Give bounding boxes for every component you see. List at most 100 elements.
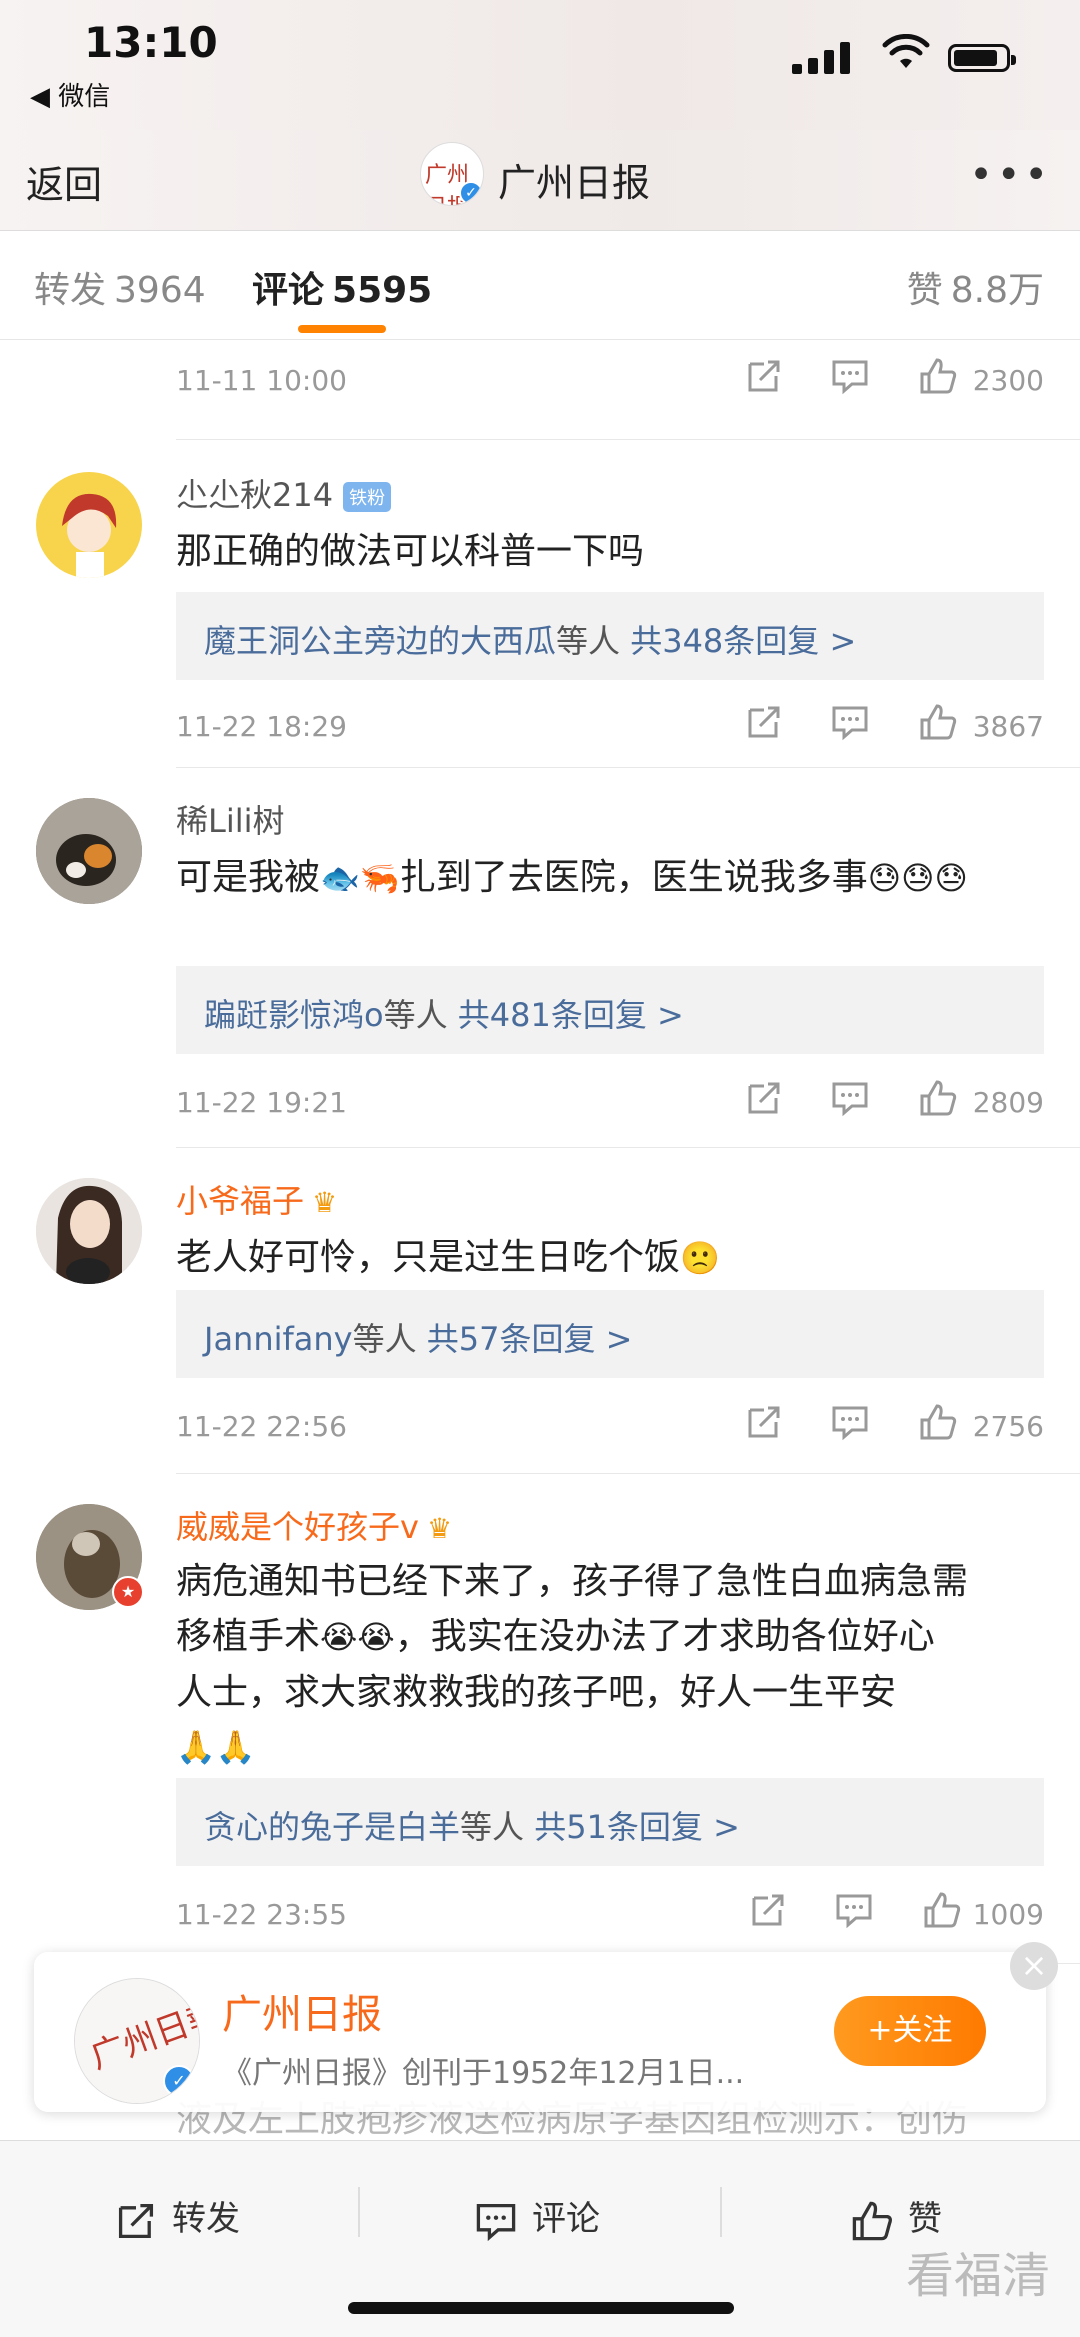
comment-text-line: 人士，求大家救救我的孩子吧，好人一生平安 [176,1672,897,1713]
user-name[interactable]: 稀Lili树 [176,796,285,842]
user-name[interactable]: 尐尐秋214 铁粉 [176,470,392,516]
comment-item: 稀Lili树 可是我被🐟🦐扎到了去医院，医生说我多事😓😓😓 蹁跹影惊鸿o等人 共… [0,768,1080,1148]
pray-emoji: 🙏🙏 [176,1728,256,1766]
verified-icon: ✓ [459,181,483,205]
comment-text-line: 移植手术😭😭，我实在没办法了才求助各位好心 [176,1609,1040,1665]
comment-item: 小爷福子 ♛ 老人好可怜，只是过生日吃个饭🙁 Jannifany等人 共57条回复… [0,1148,1080,1474]
comment-text: 老人好可怜，只是过生日吃个饭🙁 [176,1230,1040,1286]
home-indicator[interactable] [348,2302,734,2314]
reply-user: 魔王洞公主旁边的大西瓜 [204,622,557,660]
comment-date: 11-22 18:29 [176,710,347,743]
tab-comment-count: 5595 [332,270,433,311]
like-icon[interactable] [918,702,958,742]
close-icon[interactable]: × [1010,1942,1058,1990]
reply-summary: Jannifany等人 共57条回复 > [204,1314,633,1360]
like-icon[interactable] [922,1890,962,1930]
fish-shrimp-emoji: 🐟🦐 [320,859,400,897]
vip-crown-icon: ♛ [426,1512,453,1545]
fan-badge: 铁粉 [343,482,392,512]
back-to-wechat-link[interactable]: ◀ 微信 [30,76,110,113]
reply-box[interactable]: Jannifany等人 共57条回复 > [176,1290,1044,1378]
tab-bar: 转发 3964 评论 5595 赞 8.8万 [0,231,1080,340]
avatar[interactable] [36,1178,142,1284]
reply-box[interactable]: 魔王洞公主旁边的大西瓜等人 共348条回复 > [176,592,1044,680]
user-name-text: 尐尐秋214 [176,476,334,514]
reply-user: 贪心的兔子是白羊 [204,1808,461,1846]
tab-repost[interactable]: 转发 3964 [34,261,206,313]
like-count: 2809 [972,1086,1044,1119]
comment-text: 病危通知书已经下来了，孩子得了急性白血病急需 移植手术😭😭，我实在没办法了才求助… [176,1554,1040,1775]
repost-label: 转发 [172,2199,240,2239]
follow-card-description: 《广州日报》创刊于1952年12月1日... [222,2056,745,2091]
comment-icon[interactable] [830,1078,870,1118]
comment-date: 11-22 22:56 [176,1410,347,1443]
verified-icon: ✓ [163,2065,195,2097]
comment-text-part: 老人好可怜，只是过生日吃个饭 [176,1237,681,1278]
comment-meta: 11-22 23:55 1009 [176,1890,1044,1940]
reply-box[interactable]: 蹁跹影惊鸿o等人 共481条回复 > [176,966,1044,1054]
follow-card-avatar[interactable]: 广州日報 ✓ [74,1978,200,2104]
repost-icon[interactable] [744,1402,784,1442]
like-icon[interactable] [918,1402,958,1442]
comment-text-part: 移植手术 [176,1616,321,1657]
member-badge-icon: ★ [112,1576,144,1608]
comment-text-line: 病危通知书已经下来了，孩子得了急性白血病急需 [176,1561,969,1602]
like-count: 3867 [972,710,1044,743]
avatar[interactable] [36,472,142,578]
like-icon[interactable] [918,1078,958,1118]
follow-card-name[interactable]: 广州日报 [222,1982,382,2040]
like-button[interactable]: 赞 [850,2191,942,2243]
like-icon [852,2201,892,2240]
tab-active-indicator [298,325,386,333]
comment-icon[interactable] [830,702,870,742]
comment-text-part: 扎到了去医院，医生说我多事 [399,857,868,898]
comment-icon[interactable] [834,1890,874,1930]
repost-icon[interactable] [744,1078,784,1118]
tab-comment-label: 评论 [252,270,325,311]
comment-text-part: ，我实在没办法了才求助各位好心 [394,1616,935,1657]
tab-like-count: 8.8万 [950,270,1044,311]
follow-card[interactable]: 广州日報 ✓ 广州日报 《广州日报》创刊于1952年12月1日... +关注 × [34,1942,1058,2112]
repost-icon[interactable] [748,1890,788,1930]
comment-icon[interactable] [830,356,870,396]
repost-icon [118,2203,154,2238]
avatar[interactable] [36,798,142,904]
tab-repost-label: 转发 [34,270,107,311]
repost-icon[interactable] [744,702,784,742]
watermark: 看福清 [905,2248,1050,2304]
reply-others: 等人 [556,622,621,660]
reply-others: 等人 [383,996,448,1034]
reply-count: 共481条回复 > [457,996,684,1034]
follow-button[interactable]: +关注 [834,1996,986,2066]
comment-meta: 11-22 22:56 2756 [176,1402,1044,1452]
wifi-icon [882,34,930,68]
page-title[interactable]: 广州日报 [498,152,650,207]
user-name[interactable]: 威威是个好孩子v ♛ [176,1502,452,1548]
tab-like-label: 赞 [906,270,943,311]
avatar[interactable]: ★ [36,1504,144,1610]
reply-count: 共51条回复 > [534,1808,740,1846]
status-time: 13:10 [84,18,218,67]
repost-button[interactable]: 转发 [114,2191,240,2243]
tab-comment[interactable]: 评论 5595 [252,261,432,313]
comment-item: ★ 威威是个好孩子v ♛ 病危通知书已经下来了，孩子得了急性白血病急需 移植手术😭… [0,1474,1080,1964]
repost-icon[interactable] [744,356,784,396]
vip-crown-icon: ♛ [312,1186,338,1219]
reply-box[interactable]: 贪心的兔子是白羊等人 共51条回复 > [176,1778,1044,1866]
more-icon[interactable]: ••• [969,152,1052,198]
divider [720,2187,722,2237]
reply-others: 等人 [460,1808,525,1846]
comment-button[interactable]: 评论 [474,2191,600,2243]
like-icon[interactable] [918,356,958,396]
comment-icon[interactable] [830,1402,870,1442]
comment-partial: 11-11 10:00 2300 [0,340,1080,440]
account-avatar[interactable]: 广州日报 ✓ [420,142,484,206]
user-name[interactable]: 小爷福子 ♛ [176,1176,337,1222]
reply-count: 共57条回复 > [426,1320,633,1358]
comment-item: 尐尐秋214 铁粉 那正确的做法可以科普一下吗 魔王洞公主旁边的大西瓜等人 共34… [0,440,1080,768]
tab-like[interactable]: 赞 8.8万 [907,261,1044,313]
sad-emoji: 🙁 [680,1239,720,1277]
like-label: 赞 [908,2199,942,2239]
back-button[interactable]: 返回 [26,154,102,209]
comment-label: 评论 [532,2199,600,2239]
